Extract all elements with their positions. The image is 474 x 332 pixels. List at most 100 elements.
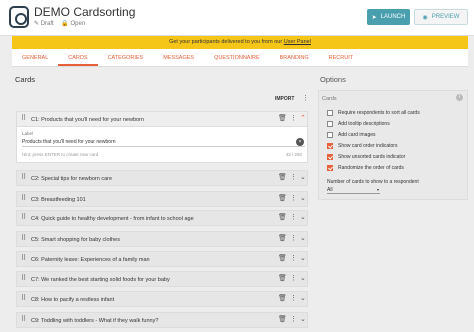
trash-icon[interactable]: 🗑 xyxy=(278,211,287,225)
chevron-down-icon[interactable]: ⌄ xyxy=(300,171,306,185)
more-icon[interactable]: ⋮ xyxy=(290,313,297,327)
tab-questionnaire[interactable]: QUESTIONNAIRE xyxy=(204,49,270,66)
card-row-6[interactable]: ⠿ C6: Paternity leave: Experiences of a … xyxy=(16,251,308,267)
checkbox-unchecked[interactable] xyxy=(327,110,333,116)
checkbox-checked[interactable] xyxy=(327,154,333,160)
banner-link[interactable]: User Panel xyxy=(284,39,311,45)
card-label: C4: Quick guide to healthy development -… xyxy=(31,216,194,222)
trash-icon[interactable]: 🗑 xyxy=(278,313,287,327)
card-label: C8: How to pacify a restless infant xyxy=(31,297,115,303)
card-row-7[interactable]: ⠿ C7: We ranked the best starting solid … xyxy=(16,271,308,287)
num-cards-select[interactable]: All ▾ xyxy=(327,186,380,194)
status-open: 🔒 Open xyxy=(61,21,86,27)
cards-more-icon[interactable]: ⋮ xyxy=(302,94,309,102)
card-row-1[interactable]: ⠿ C1: Products that you'll need for your… xyxy=(16,111,308,127)
import-button[interactable]: IMPORT xyxy=(275,96,294,102)
tab-branding[interactable]: BRANDING xyxy=(270,49,319,66)
trash-icon[interactable]: 🗑 xyxy=(278,171,287,185)
more-icon[interactable]: ⋮ xyxy=(290,232,297,246)
more-icon[interactable]: ⋮ xyxy=(290,171,297,185)
checkbox-checked[interactable] xyxy=(327,165,333,171)
launch-button[interactable]: ➤ LAUNCH xyxy=(367,9,410,25)
tab-general[interactable]: GENERAL xyxy=(12,49,58,66)
drag-handle-icon[interactable]: ⠿ xyxy=(21,252,26,266)
trash-icon[interactable]: 🗑 xyxy=(278,112,287,126)
card-label-input[interactable]: Products that you'll need for your newbo… xyxy=(22,138,305,147)
banner-text: Get your participants delivered to you f… xyxy=(169,39,283,45)
chevron-down-icon[interactable]: ⌄ xyxy=(300,232,306,246)
options-heading: Options xyxy=(320,75,346,84)
clear-icon[interactable]: × xyxy=(296,138,304,146)
drag-handle-icon[interactable]: ⠿ xyxy=(21,112,26,126)
card-label: C7: We ranked the best starting solid fo… xyxy=(31,277,170,283)
info-icon[interactable]: i xyxy=(456,94,463,101)
option-label: Require respondents to sort all cards xyxy=(338,110,420,116)
drag-handle-icon[interactable]: ⠿ xyxy=(21,232,26,246)
card-label: C1: Products that you'll need for your n… xyxy=(31,117,144,123)
status-draft: ✎ Draft xyxy=(34,21,54,27)
trash-icon[interactable]: 🗑 xyxy=(278,252,287,266)
option-label: Randomize the order of cards xyxy=(338,165,404,171)
preview-label: PREVIEW xyxy=(431,14,460,20)
drag-handle-icon[interactable]: ⠿ xyxy=(21,192,26,206)
option-require-all[interactable]: Require respondents to sort all cards xyxy=(327,110,420,116)
chevron-up-icon[interactable]: ⌃ xyxy=(300,112,306,126)
tab-cards[interactable]: CARDS xyxy=(58,49,98,66)
checkbox-unchecked[interactable] xyxy=(327,121,333,127)
more-icon[interactable]: ⋮ xyxy=(290,112,297,126)
option-card-images[interactable]: Add card images xyxy=(327,132,376,138)
app-logo-icon xyxy=(9,6,29,28)
drag-handle-icon[interactable]: ⠿ xyxy=(21,292,26,306)
panel-banner: Get your participants delivered to you f… xyxy=(12,36,468,49)
chevron-down-icon[interactable]: ⌄ xyxy=(300,211,306,225)
card-label: C9: Toddling with toddlers - What if the… xyxy=(31,318,159,324)
trash-icon[interactable]: 🗑 xyxy=(278,272,287,286)
trash-icon[interactable]: 🗑 xyxy=(278,232,287,246)
more-icon[interactable]: ⋮ xyxy=(290,292,297,306)
more-icon[interactable]: ⋮ xyxy=(290,252,297,266)
card-label: C6: Paternity leave: Experiences of a fa… xyxy=(31,257,150,263)
tab-messages[interactable]: MESSAGES xyxy=(153,49,204,66)
preview-button[interactable]: ◉ PREVIEW xyxy=(414,9,468,25)
caret-down-icon: ▾ xyxy=(376,187,379,192)
cards-heading: Cards xyxy=(15,75,36,84)
drag-handle-icon[interactable]: ⠿ xyxy=(21,272,26,286)
chevron-down-icon[interactable]: ⌄ xyxy=(300,192,306,206)
option-unsorted-indicator[interactable]: Show unsorted cards indicator xyxy=(327,154,405,160)
option-randomize[interactable]: Randomize the order of cards xyxy=(327,165,404,171)
option-tooltips[interactable]: Add tooltip descriptions xyxy=(327,121,390,127)
card-row-3[interactable]: ⠿ C3: Breastfeeding 101 🗑 ⋮ ⌄ xyxy=(16,191,308,207)
eye-icon: ◉ xyxy=(422,14,428,21)
drag-handle-icon[interactable]: ⠿ xyxy=(21,171,26,185)
card-row-5[interactable]: ⠿ C5: Smart shopping for baby clothes 🗑 … xyxy=(16,231,308,247)
project-status: ✎ Draft 🔒 Open xyxy=(34,20,91,27)
option-order-indicators[interactable]: Show card order indicators xyxy=(327,143,397,149)
card-label: C2: Special tips for newborn care xyxy=(31,176,113,182)
card-row-2[interactable]: ⠿ C2: Special tips for newborn care 🗑 ⋮ … xyxy=(16,170,308,186)
chevron-down-icon[interactable]: ⌄ xyxy=(300,272,306,286)
tab-bar: GENERAL CARDS CATEGORIES MESSAGES QUESTI… xyxy=(12,49,468,67)
chevron-down-icon[interactable]: ⌄ xyxy=(300,292,306,306)
char-count: 42 / 250 xyxy=(285,152,302,157)
select-value: All xyxy=(327,187,333,193)
more-icon[interactable]: ⋮ xyxy=(290,272,297,286)
drag-handle-icon[interactable]: ⠿ xyxy=(21,211,26,225)
drag-handle-icon[interactable]: ⠿ xyxy=(21,313,26,327)
options-section-label: Cards xyxy=(322,96,337,102)
chevron-down-icon[interactable]: ⌄ xyxy=(300,313,306,327)
checkbox-unchecked[interactable] xyxy=(327,132,333,138)
trash-icon[interactable]: 🗑 xyxy=(278,292,287,306)
card-row-9[interactable]: ⠿ C9: Toddling with toddlers - What if t… xyxy=(16,312,308,328)
editor-hint: Hint: press ENTER to create new card xyxy=(22,152,99,157)
more-icon[interactable]: ⋮ xyxy=(290,192,297,206)
chevron-down-icon[interactable]: ⌄ xyxy=(300,252,306,266)
tab-categories[interactable]: CATEGORIES xyxy=(98,49,154,66)
tab-recruit[interactable]: RECRUIT xyxy=(319,49,363,66)
checkbox-checked[interactable] xyxy=(327,143,333,149)
card-row-8[interactable]: ⠿ C8: How to pacify a restless infant 🗑 … xyxy=(16,291,308,307)
option-label: Show unsorted cards indicator xyxy=(338,154,406,160)
trash-icon[interactable]: 🗑 xyxy=(278,192,287,206)
more-icon[interactable]: ⋮ xyxy=(290,211,297,225)
card-row-4[interactable]: ⠿ C4: Quick guide to healthy development… xyxy=(16,210,308,226)
option-label: Show card order indicators xyxy=(338,143,398,149)
